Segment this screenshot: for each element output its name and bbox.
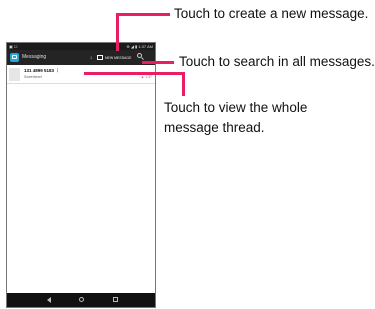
- thread-name: 131 4899 5183 ⋮: [24, 68, 60, 73]
- thread-count: 1: [90, 55, 93, 60]
- navigation-bar: [7, 293, 155, 307]
- callout-thread-line1: Touch to view the whole: [164, 100, 308, 115]
- callout-search: Touch to search in all messages.: [179, 54, 375, 69]
- new-message-button[interactable]: NEW MESSAGE: [97, 54, 131, 62]
- recents-icon[interactable]: [113, 297, 118, 302]
- status-icons-right: ⊕ ◢ ▮ 1:37 AM: [126, 44, 153, 49]
- app-bar: Messaging 1 NEW MESSAGE: [7, 50, 155, 65]
- status-bar: ▣ ☐ ⊕ ◢ ▮ 1:37 AM: [7, 43, 155, 50]
- app-title: Messaging: [22, 54, 47, 60]
- thread-time: ▲ 1:37: [140, 75, 152, 79]
- search-button[interactable]: [137, 53, 145, 61]
- callout-line-thread-v: [182, 72, 185, 96]
- avatar: [9, 68, 20, 81]
- home-icon[interactable]: [79, 297, 84, 302]
- callout-line-thread-h: [84, 72, 185, 75]
- callout-line-new-message-h: [116, 13, 170, 16]
- back-icon[interactable]: [47, 297, 51, 303]
- callout-thread-line2: message thread.: [164, 120, 265, 135]
- callout-line-search: [142, 61, 174, 64]
- new-message-label: NEW MESSAGE: [105, 56, 132, 60]
- thread-list-item[interactable]: 131 4899 5183 ⋮ Sweetheart ▲ 1:37: [7, 66, 155, 84]
- callout-new-message: Touch to create a new message.: [174, 6, 369, 21]
- messaging-app-icon: [10, 53, 19, 62]
- thread-preview: Sweetheart: [24, 75, 42, 79]
- device-screen: ▣ ☐ ⊕ ◢ ▮ 1:37 AM Messaging 1 NEW MESSAG…: [6, 42, 156, 308]
- new-message-icon: [97, 55, 103, 60]
- status-icons-left: ▣ ☐: [9, 44, 18, 49]
- callout-line-new-message-v: [116, 13, 119, 51]
